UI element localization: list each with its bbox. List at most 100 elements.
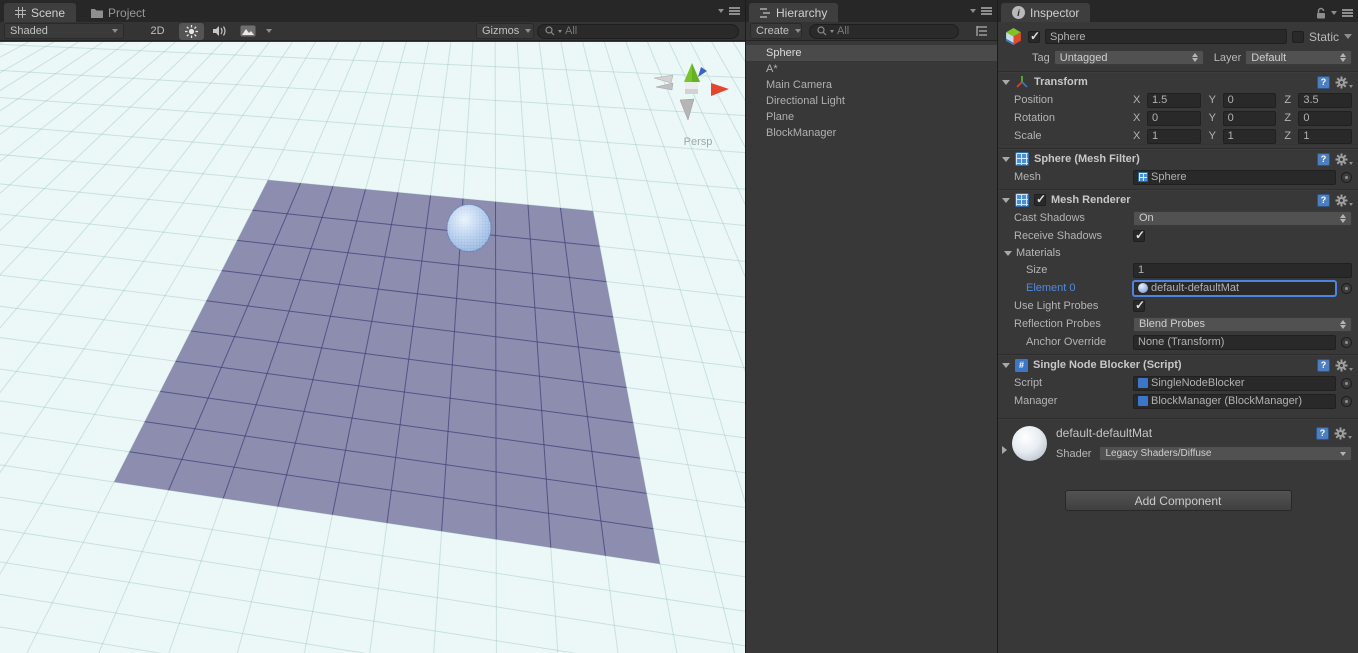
hierarchy-toolbar: Create All bbox=[746, 22, 997, 41]
static-label: Static bbox=[1309, 30, 1339, 44]
orientation-gizmo[interactable] bbox=[654, 63, 729, 120]
object-picker-icon[interactable] bbox=[1341, 172, 1352, 183]
tab-inspector[interactable]: i Inspector bbox=[1001, 3, 1090, 22]
position-z-field[interactable]: 3.5 bbox=[1298, 93, 1352, 108]
position-y-field[interactable]: 0 bbox=[1223, 93, 1277, 108]
help-icon[interactable]: ? bbox=[1317, 359, 1330, 372]
gear-icon[interactable] bbox=[1335, 194, 1353, 207]
foldout-icon[interactable] bbox=[1002, 198, 1010, 203]
gear-icon[interactable] bbox=[1334, 427, 1352, 440]
help-icon[interactable]: ? bbox=[1316, 427, 1329, 440]
panel-menu-icon[interactable] bbox=[981, 7, 992, 15]
script-component-header[interactable]: # Single Node Blocker (Script) ? bbox=[998, 356, 1358, 374]
hierarchy-item-blockmanager[interactable]: BlockManager bbox=[746, 125, 997, 141]
hierarchy-sort-button[interactable] bbox=[968, 23, 993, 40]
scene-search-input[interactable]: All bbox=[537, 24, 739, 39]
static-dropdown-icon[interactable] bbox=[1344, 34, 1352, 39]
receive-shadows-checkbox[interactable] bbox=[1133, 230, 1145, 242]
tab-hierarchy[interactable]: Hierarchy bbox=[749, 3, 838, 22]
hierarchy-search-input[interactable]: All bbox=[809, 24, 959, 39]
rotation-z-field[interactable]: 0 bbox=[1298, 111, 1352, 126]
static-checkbox[interactable] bbox=[1292, 31, 1304, 43]
foldout-icon[interactable] bbox=[1002, 157, 1010, 162]
search-icon bbox=[817, 26, 827, 36]
hierarchy-item-main-camera[interactable]: Main Camera bbox=[746, 77, 997, 93]
mesh-object-field[interactable]: Sphere bbox=[1133, 170, 1336, 185]
materials-foldout-row[interactable]: Materials bbox=[998, 245, 1358, 261]
layer-label: Layer bbox=[1214, 52, 1242, 64]
search-filter-icon[interactable] bbox=[558, 30, 562, 33]
shader-label: Shader bbox=[1056, 448, 1091, 460]
hierarchy-list: Sphere A* Main Camera Directional Light … bbox=[746, 41, 997, 141]
scale-z-field[interactable]: 1 bbox=[1298, 129, 1352, 144]
x-axis-cone[interactable] bbox=[711, 83, 729, 96]
manager-row: Manager BlockManager (BlockManager) bbox=[998, 392, 1358, 410]
manager-object-field[interactable]: BlockManager (BlockManager) bbox=[1133, 394, 1336, 409]
scene-audio-button[interactable] bbox=[207, 23, 232, 40]
foldout-icon[interactable] bbox=[1002, 363, 1010, 368]
mesh-renderer-header[interactable]: Mesh Renderer ? bbox=[998, 191, 1358, 209]
gear-icon[interactable] bbox=[1335, 359, 1353, 372]
transform-header[interactable]: Transform ? bbox=[998, 73, 1358, 91]
anchor-override-field[interactable]: None (Transform) bbox=[1133, 335, 1336, 350]
draw-mode-dropdown[interactable]: Shaded bbox=[4, 23, 124, 39]
object-picker-icon[interactable] bbox=[1341, 378, 1352, 389]
shader-dropdown[interactable]: Legacy Shaders/Diffuse bbox=[1099, 446, 1352, 461]
plane-object[interactable] bbox=[114, 180, 660, 564]
help-icon[interactable]: ? bbox=[1317, 153, 1330, 166]
gear-icon[interactable] bbox=[1335, 76, 1353, 89]
inspector-tabbar: i Inspector bbox=[998, 0, 1358, 22]
mesh-row: Mesh Sphere bbox=[998, 168, 1358, 186]
tag-dropdown[interactable]: Untagged bbox=[1054, 50, 1204, 65]
scale-y-field[interactable]: 1 bbox=[1223, 129, 1277, 144]
scene-effects-button[interactable] bbox=[235, 23, 260, 40]
gameobject-name-field[interactable]: Sphere bbox=[1045, 29, 1287, 44]
object-picker-icon[interactable] bbox=[1341, 337, 1352, 348]
panel-menu-icon[interactable] bbox=[1342, 9, 1353, 17]
gear-icon[interactable] bbox=[1335, 153, 1353, 166]
panel-dropdown-icon[interactable] bbox=[1331, 11, 1337, 15]
create-button[interactable]: Create bbox=[750, 23, 802, 39]
help-icon[interactable]: ? bbox=[1317, 76, 1330, 89]
rotation-x-field[interactable]: 0 bbox=[1147, 111, 1201, 126]
hierarchy-item-sphere[interactable]: Sphere bbox=[746, 45, 997, 61]
scene-viewport[interactable]: Persp bbox=[0, 42, 745, 653]
sphere-object[interactable] bbox=[447, 205, 491, 252]
position-x-field[interactable]: 1.5 bbox=[1147, 93, 1201, 108]
script-object-field[interactable]: SingleNodeBlocker bbox=[1133, 376, 1336, 391]
perspective-mode-label[interactable]: Persp bbox=[672, 136, 724, 148]
hierarchy-item-directional-light[interactable]: Directional Light bbox=[746, 93, 997, 109]
panel-dropdown-icon[interactable] bbox=[718, 9, 724, 13]
hierarchy-item-plane[interactable]: Plane bbox=[746, 109, 997, 125]
object-picker-icon[interactable] bbox=[1341, 396, 1352, 407]
use-light-probes-checkbox[interactable] bbox=[1133, 300, 1145, 312]
element0-object-field[interactable]: default-defaultMat bbox=[1133, 281, 1336, 296]
scale-x-field[interactable]: 1 bbox=[1147, 129, 1201, 144]
layer-dropdown[interactable]: Default bbox=[1245, 50, 1352, 65]
effects-dropdown-icon[interactable] bbox=[263, 23, 275, 40]
tab-project[interactable]: Project bbox=[80, 3, 156, 22]
toggle-2d-button[interactable]: 2D bbox=[145, 23, 170, 40]
scene-lighting-button[interactable] bbox=[179, 23, 204, 40]
foldout-icon[interactable] bbox=[1004, 251, 1012, 256]
material-foldout-icon[interactable] bbox=[1002, 446, 1007, 454]
panel-dropdown-icon[interactable] bbox=[970, 9, 976, 13]
materials-size-field[interactable]: 1 bbox=[1133, 263, 1352, 278]
panel-menu-icon[interactable] bbox=[729, 7, 740, 15]
help-icon[interactable]: ? bbox=[1317, 194, 1330, 207]
foldout-icon[interactable] bbox=[1002, 80, 1010, 85]
mesh-renderer-enabled-checkbox[interactable] bbox=[1034, 194, 1046, 206]
reflection-probes-dropdown[interactable]: Blend Probes bbox=[1133, 317, 1352, 332]
search-filter-icon[interactable] bbox=[830, 30, 834, 33]
mesh-filter-header[interactable]: Sphere (Mesh Filter) ? bbox=[998, 150, 1358, 168]
object-picker-icon[interactable] bbox=[1341, 283, 1352, 294]
gizmos-dropdown[interactable]: Gizmos bbox=[476, 23, 534, 39]
mesh-filter-icon bbox=[1015, 152, 1029, 166]
active-checkbox[interactable] bbox=[1028, 31, 1040, 43]
hierarchy-item-astar[interactable]: A* bbox=[746, 61, 997, 77]
cast-shadows-dropdown[interactable]: On bbox=[1133, 211, 1352, 226]
add-component-button[interactable]: Add Component bbox=[1065, 490, 1292, 511]
rotation-y-field[interactable]: 0 bbox=[1223, 111, 1277, 126]
tab-scene[interactable]: Scene bbox=[4, 3, 76, 22]
lock-icon[interactable] bbox=[1316, 7, 1326, 19]
